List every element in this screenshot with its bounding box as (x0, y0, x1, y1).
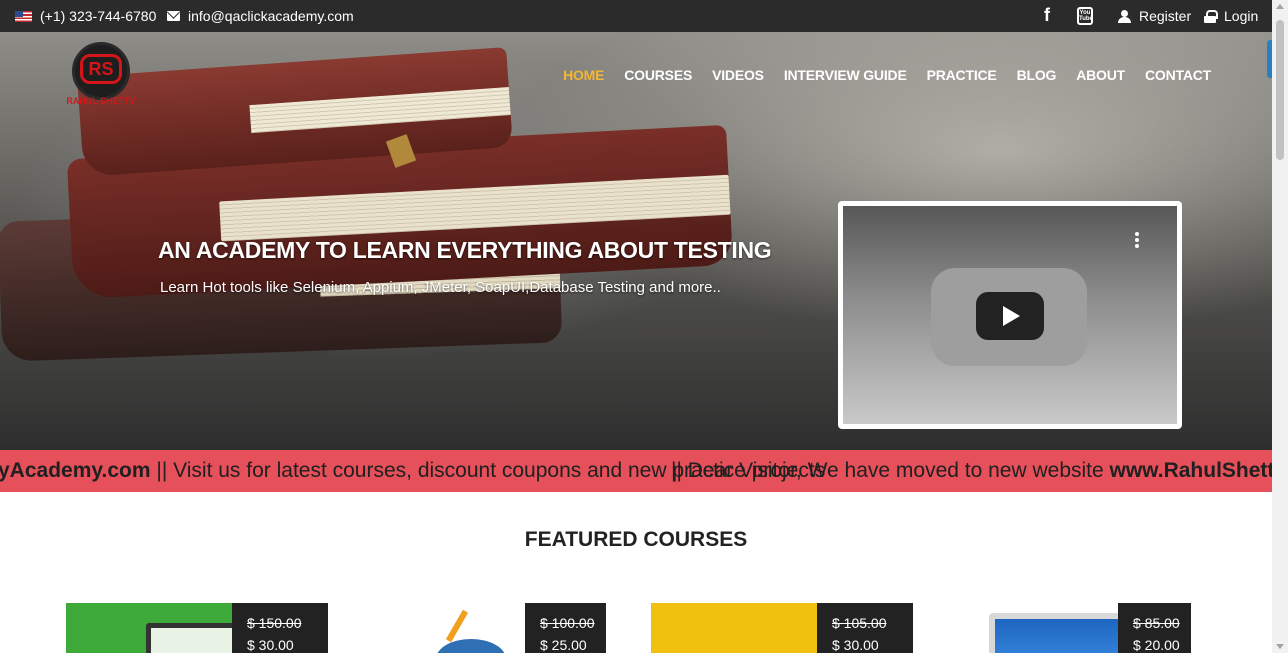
logo-monogram: RS (80, 54, 122, 84)
original-price: $ 105.00 (832, 615, 887, 631)
announcement-marquee[interactable]: yAcademy.com || Visit us for latest cour… (0, 450, 1272, 492)
hero-banner: RS RAHUL SHETTY HOME COURSES VIDEOS INTE… (0, 32, 1272, 450)
video-player[interactable] (838, 201, 1182, 429)
nav-videos[interactable]: VIDEOS (712, 67, 764, 83)
envelope-icon (167, 11, 180, 21)
page-scrollbar[interactable] (1272, 0, 1288, 653)
marquee-link-1[interactable]: yAcademy.com (0, 459, 151, 482)
site-logo[interactable]: RS RAHUL SHETTY (64, 40, 138, 114)
course-card[interactable]: $ 150.00 $ 30.00 (66, 603, 328, 653)
login-label[interactable]: Login (1224, 8, 1258, 24)
email-address[interactable]: info@qaclickacademy.com (188, 8, 354, 24)
sale-price: $ 25.00 (540, 637, 587, 653)
nav-interview-guide[interactable]: INTERVIEW GUIDE (784, 67, 907, 83)
original-price: $ 150.00 (247, 615, 302, 631)
nav-courses[interactable]: COURSES (624, 67, 692, 83)
original-price: $ 85.00 (1133, 615, 1180, 631)
us-flag-icon (15, 10, 32, 22)
facebook-link[interactable]: f (1044, 5, 1050, 26)
facebook-icon[interactable]: f (1044, 5, 1050, 26)
nav-about[interactable]: ABOUT (1076, 67, 1125, 83)
email-contact[interactable]: info@qaclickacademy.com (167, 8, 354, 24)
price-tag: $ 105.00 $ 30.00 (817, 603, 913, 653)
sale-price: $ 30.00 (247, 637, 294, 653)
youtube-link[interactable]: You Tube (1077, 7, 1093, 25)
marquee-text-2[interactable]: || Dear Visitor, We have moved to new we… (671, 459, 1272, 483)
play-icon[interactable] (976, 292, 1044, 340)
user-icon (1118, 9, 1131, 23)
nav-home[interactable]: HOME (563, 67, 604, 83)
register-link[interactable]: Register (1118, 8, 1191, 24)
sale-price: $ 20.00 (1133, 637, 1180, 653)
price-tag: $ 150.00 $ 30.00 (232, 603, 328, 653)
phone-number: (+1) 323-744-6780 (40, 8, 157, 24)
sale-price: $ 30.00 (832, 637, 879, 653)
main-nav: HOME COURSES VIDEOS INTERVIEW GUIDE PRAC… (563, 67, 1211, 83)
original-price: $ 100.00 (540, 615, 595, 631)
scroll-up-icon[interactable] (1276, 4, 1284, 9)
hero-headline: AN ACADEMY TO LEARN EVERYTHING ABOUT TES… (158, 237, 772, 263)
nav-blog[interactable]: BLOG (1017, 67, 1057, 83)
scroll-down-icon[interactable] (1276, 644, 1284, 649)
youtube-icon[interactable]: You Tube (1077, 7, 1093, 25)
nav-contact[interactable]: CONTACT (1145, 67, 1211, 83)
lock-icon (1204, 9, 1218, 23)
more-vert-icon[interactable] (1135, 232, 1139, 248)
marquee-message-2: || Dear Visitor, We have moved to new we… (671, 459, 1110, 482)
login-link[interactable]: Login (1204, 8, 1258, 24)
top-bar: (+1) 323-744-6780 info@qaclickacademy.co… (0, 0, 1272, 32)
course-card[interactable]: $ 105.00 $ 30.00 (651, 603, 913, 653)
scrollbar-thumb[interactable] (1276, 20, 1284, 160)
nav-practice[interactable]: PRACTICE (927, 67, 997, 83)
featured-courses-heading: FEATURED COURSES (524, 528, 748, 551)
marquee-link-2[interactable]: www.RahulShettyAca (1110, 459, 1272, 482)
hero-subline: Learn Hot tools like Selenium, Appium, J… (160, 279, 721, 296)
phone-contact: (+1) 323-744-6780 (15, 8, 156, 24)
logo-name: RAHUL SHETTY (66, 96, 136, 106)
course-card[interactable]: $ 85.00 $ 20.00 (929, 603, 1191, 653)
price-tag: $ 100.00 $ 25.00 (525, 603, 606, 653)
course-card[interactable]: $ 100.00 $ 25.00 (344, 603, 606, 653)
register-label[interactable]: Register (1139, 8, 1191, 24)
price-tag: $ 85.00 $ 20.00 (1118, 603, 1191, 653)
